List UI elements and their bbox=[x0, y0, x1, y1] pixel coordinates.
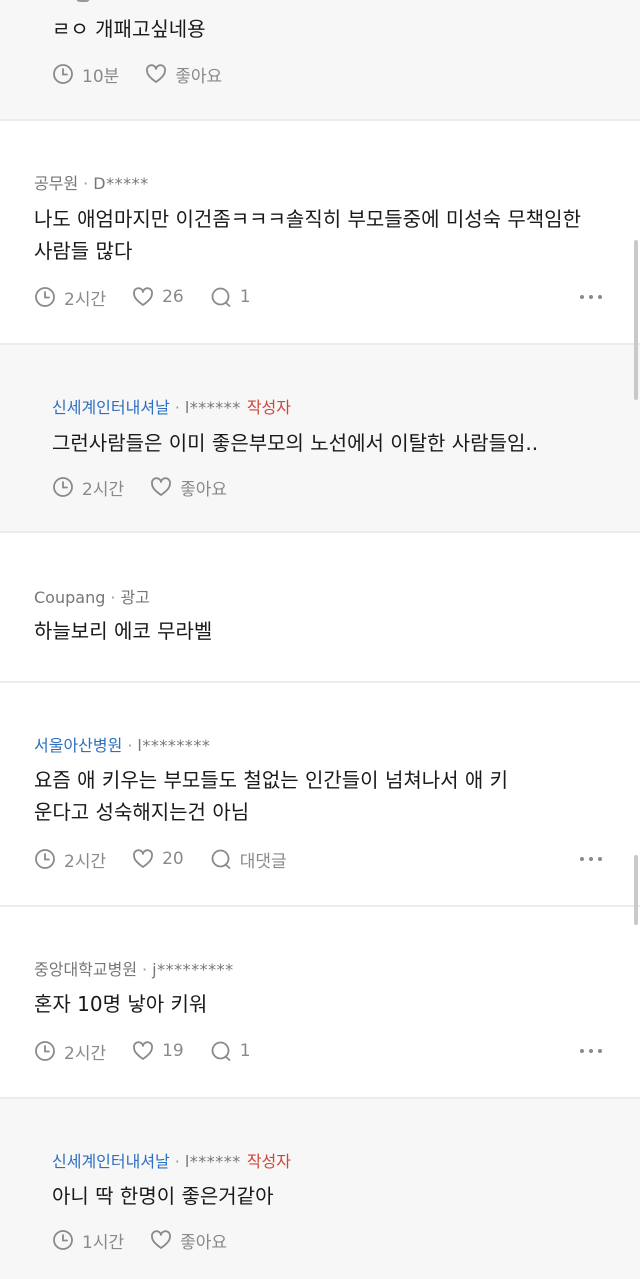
comment-body: ㄹㅇ 개패고싶네용 bbox=[52, 17, 206, 41]
ad-label: 광고 bbox=[120, 588, 150, 607]
comment-meta: 신세계인터내셔날 · l****** 작성자 bbox=[52, 1152, 291, 1171]
like-label: 좋아요 bbox=[180, 1232, 228, 1253]
time-label: 2시간 bbox=[64, 851, 107, 872]
time-stat: 2시간 bbox=[34, 1039, 106, 1064]
like-button[interactable]: 좋아요 bbox=[145, 62, 222, 87]
comment-meta: 신세계인터내셔날 · l****** 작성자 bbox=[52, 398, 291, 417]
time-stat: 2시간 bbox=[34, 847, 106, 872]
comment-item: 중앙대학교병원 · j********* 혼자 10명 낳아 키워 2시간 19 1 bbox=[0, 907, 640, 1097]
like-button[interactable]: 좋아요 bbox=[150, 475, 227, 500]
comment-body: 혼자 10명 낳아 키워 bbox=[34, 992, 208, 1016]
author-badge: 작성자 bbox=[246, 1152, 291, 1171]
comment-stats: 10분 좋아요 bbox=[52, 61, 248, 87]
ad-text[interactable]: 하늘보리 에코 무라벨 bbox=[34, 615, 594, 647]
more-options-button[interactable] bbox=[580, 854, 602, 864]
comment-item: 서울아산병원 · l******** 요즘 애 키우는 부모들도 철없는 인간들이 … bbox=[0, 683, 640, 905]
comment-stats: 2시간 26 1 bbox=[34, 284, 277, 310]
time-label: 1시간 bbox=[82, 1232, 125, 1253]
comment-item: 공무원 · D***** 나도 애엄마지만 이건좀ㅋㅋㅋ솔직히 부모들중에 미성숙 … bbox=[0, 121, 640, 343]
clock-icon bbox=[53, 64, 73, 84]
author-name: l****** bbox=[184, 398, 241, 417]
company-name[interactable]: 서울아산병원 bbox=[34, 736, 122, 755]
clock-icon bbox=[53, 1230, 73, 1250]
like-button[interactable]: 19 bbox=[132, 1040, 184, 1062]
reply-item: ㄹㅇ 개패고싶네용 10분 좋아요 bbox=[0, 0, 640, 119]
time-stat: 2시간 bbox=[34, 285, 106, 310]
like-label: 좋아요 bbox=[180, 479, 228, 500]
time-label: 2시간 bbox=[64, 289, 107, 310]
author-name: j********* bbox=[152, 960, 234, 979]
comment-body: 나도 애엄마지만 이건좀ㅋㅋㅋ솔직히 부모들중에 미성숙 무책임한사람들 많다 bbox=[34, 207, 581, 263]
comment-stats: 2시간 19 1 bbox=[34, 1038, 277, 1064]
author-name: l******** bbox=[137, 736, 211, 755]
like-label: 좋아요 bbox=[175, 66, 223, 87]
time-label: 2시간 bbox=[64, 1043, 107, 1064]
scrollbar-thumb[interactable] bbox=[634, 240, 638, 400]
like-button[interactable]: 20 bbox=[132, 848, 184, 870]
comment-meta: 중앙대학교병원 · j********* bbox=[34, 960, 234, 979]
reply-label: 대댓글 bbox=[239, 851, 287, 872]
cut-off-text bbox=[76, 0, 90, 2]
comment-meta: 공무원 · D***** bbox=[34, 174, 149, 193]
ad-item[interactable]: Coupang · 광고 하늘보리 에코 무라벨 bbox=[0, 533, 640, 681]
heart-icon bbox=[151, 477, 172, 496]
company-name[interactable]: 신세계인터내셔날 bbox=[52, 398, 170, 417]
time-stat: 1시간 bbox=[52, 1228, 124, 1253]
time-label: 2시간 bbox=[82, 479, 125, 500]
heart-icon bbox=[151, 1230, 172, 1249]
time-stat: 10분 bbox=[52, 62, 119, 87]
company-name[interactable]: 중앙대학교병원 bbox=[34, 960, 137, 979]
clock-icon bbox=[53, 477, 73, 497]
like-button[interactable]: 26 bbox=[132, 286, 184, 308]
comment-body: 아니 딱 한명이 좋은거같아 bbox=[52, 1184, 274, 1208]
author-name: D***** bbox=[93, 174, 149, 193]
company-name[interactable]: 신세계인터내셔날 bbox=[52, 1152, 170, 1171]
reply-button[interactable]: 1 bbox=[210, 286, 251, 308]
time-stat: 2시간 bbox=[52, 475, 124, 500]
comment-stats: 1시간 좋아요 bbox=[52, 1227, 253, 1253]
heart-icon bbox=[133, 849, 154, 868]
advertiser-name: Coupang bbox=[34, 588, 106, 607]
speech-bubble-icon bbox=[211, 1041, 231, 1061]
heart-icon bbox=[146, 64, 167, 83]
more-options-button[interactable] bbox=[580, 1046, 602, 1056]
like-button[interactable]: 좋아요 bbox=[150, 1228, 227, 1253]
comment-body: 그런사람들은 이미 좋은부모의 노선에서 이탈한 사람들임.. bbox=[52, 431, 539, 455]
comment-count: 1 bbox=[239, 287, 251, 307]
comment-count: 1 bbox=[239, 1041, 251, 1061]
like-count: 20 bbox=[162, 849, 184, 869]
speech-bubble-icon bbox=[211, 287, 231, 307]
comment-stats: 2시간 20 대댓글 bbox=[34, 846, 313, 872]
scrollbar-thumb[interactable] bbox=[634, 855, 638, 925]
like-count: 26 bbox=[162, 287, 184, 307]
reply-button[interactable]: 대댓글 bbox=[210, 847, 287, 872]
reply-button[interactable]: 1 bbox=[210, 1040, 251, 1062]
reply-item: 신세계인터내셔날 · l****** 작성자 그런사람들은 이미 좋은부모의 노선에서… bbox=[0, 345, 640, 531]
clock-icon bbox=[35, 1041, 55, 1061]
heart-icon bbox=[133, 1041, 154, 1060]
speech-bubble-icon bbox=[211, 849, 231, 869]
clock-icon bbox=[35, 287, 55, 307]
clock-icon bbox=[35, 849, 55, 869]
like-count: 19 bbox=[162, 1041, 184, 1061]
ad-meta: Coupang · 광고 bbox=[34, 588, 150, 607]
reply-item: 신세계인터내셔날 · l****** 작성자 아니 딱 한명이 좋은거같아 1시간 좋… bbox=[0, 1099, 640, 1279]
comment-stats: 2시간 좋아요 bbox=[52, 474, 253, 500]
heart-icon bbox=[133, 287, 154, 306]
company-name[interactable]: 공무원 bbox=[34, 174, 78, 193]
author-name: l****** bbox=[184, 1152, 241, 1171]
author-badge: 작성자 bbox=[246, 398, 291, 417]
more-options-button[interactable] bbox=[580, 292, 602, 302]
comment-meta: 서울아산병원 · l******** bbox=[34, 736, 211, 755]
comment-body: 요즘 애 키우는 부모들도 철없는 인간들이 넘쳐나서 애 키운다고 성숙해지는… bbox=[34, 768, 509, 824]
time-label: 10분 bbox=[82, 66, 120, 87]
